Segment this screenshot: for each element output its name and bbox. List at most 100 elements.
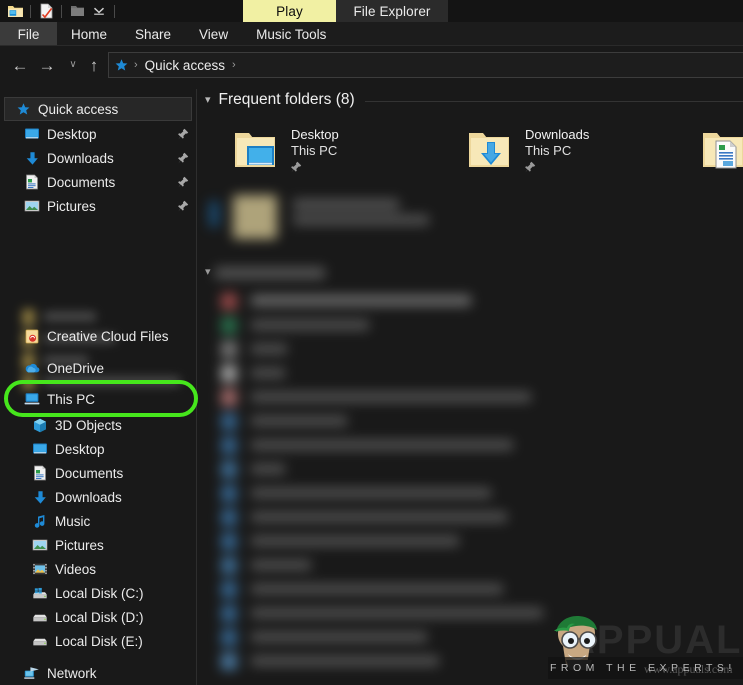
- 3d-objects-icon: [32, 417, 48, 433]
- sidebar-label: This PC: [47, 391, 96, 407]
- sidebar-item-desktop-qa[interactable]: Desktop: [0, 122, 196, 146]
- breadcrumb-quick-access[interactable]: Quick access: [143, 58, 227, 73]
- music-note-icon: [32, 513, 48, 529]
- recent-files-header-blurred[interactable]: [199, 261, 399, 287]
- chevron-down-icon-recent[interactable]: ▾: [205, 267, 211, 278]
- forward-button[interactable]: →: [35, 52, 59, 78]
- pin-icon[interactable]: [178, 152, 189, 164]
- document-icon: [32, 465, 48, 481]
- folder-tile-downloads[interactable]: Downloads This PC: [465, 124, 589, 173]
- tile-text-downloads: Downloads This PC: [525, 124, 589, 173]
- tab-file[interactable]: File: [0, 22, 57, 46]
- sidebar-item-pictures[interactable]: Pictures: [0, 533, 196, 557]
- pin-icon[interactable]: [178, 200, 189, 212]
- sidebar-label: Desktop: [55, 441, 105, 457]
- chevron-down-icon[interactable]: ▾: [205, 94, 211, 106]
- pin-icon[interactable]: [178, 128, 189, 140]
- sidebar-item-music[interactable]: Music: [0, 509, 196, 533]
- sidebar-label: Videos: [55, 561, 97, 577]
- sidebar-item-downloads-qa[interactable]: Downloads: [0, 146, 196, 170]
- folder-tile-desktop[interactable]: Desktop This PC: [231, 124, 339, 173]
- sidebar-item-local-disk-c[interactable]: Local Disk (C:): [0, 581, 196, 605]
- sidebar-label: Local Disk (E:): [55, 633, 143, 649]
- document-icon: [24, 174, 40, 190]
- system-drive-icon: [32, 585, 48, 601]
- tile-subtitle: This PC: [291, 143, 338, 158]
- tab-share[interactable]: Share: [121, 22, 185, 46]
- toolbar-separator: [61, 4, 62, 18]
- sidebar-item-local-disk-e[interactable]: Local Disk (E:): [0, 629, 196, 653]
- sidebar-label: Network: [47, 665, 97, 681]
- drive-icon: [32, 609, 48, 625]
- tile-text-desktop: Desktop This PC: [291, 124, 339, 173]
- pictures-icon: [24, 198, 40, 214]
- toolbar-separator: [30, 4, 31, 18]
- sidebar-label: Desktop: [47, 126, 97, 142]
- desktop-icon: [24, 126, 40, 142]
- sidebar-item-creative-cloud-files[interactable]: Creative Cloud Files: [14, 324, 196, 348]
- pin-icon[interactable]: [525, 161, 589, 173]
- breadcrumb-separator-trailing[interactable]: ›: [229, 59, 239, 71]
- ribbon-tab-bar: File Home Share View Music Tools: [0, 22, 743, 46]
- sidebar-label: Pictures: [55, 537, 104, 553]
- tab-view[interactable]: View: [185, 22, 242, 46]
- pictures-icon: [32, 537, 48, 553]
- sidebar-label: Downloads: [47, 150, 114, 166]
- content-pane: ▾ Frequent folders (8) Desktop This PC D…: [197, 89, 743, 685]
- sidebar-item-quick-access[interactable]: Quick access: [4, 97, 192, 121]
- videos-icon: [32, 561, 48, 577]
- contextual-tab-play[interactable]: Play: [243, 0, 336, 22]
- properties-icon[interactable]: [35, 0, 57, 22]
- tile-name: Desktop: [291, 127, 339, 142]
- sidebar-label: 3D Objects: [55, 417, 122, 433]
- sidebar-label: Documents: [47, 174, 116, 190]
- title-bar: Play File Explorer: [0, 0, 743, 22]
- sidebar-item-3d-objects[interactable]: 3D Objects: [0, 413, 196, 437]
- customize-dropdown-icon[interactable]: [88, 0, 110, 22]
- tile-subtitle: This PC: [525, 143, 572, 158]
- sidebar-item-onedrive[interactable]: OneDrive: [14, 356, 196, 380]
- this-pc-icon: [24, 391, 40, 407]
- sidebar-item-documents-qa[interactable]: Documents: [0, 170, 196, 194]
- breadcrumb-separator: ›: [134, 59, 138, 71]
- desktop-folder-icon: [231, 124, 279, 172]
- tab-home[interactable]: Home: [57, 22, 121, 46]
- quick-access-star-icon: [114, 58, 129, 73]
- onedrive-cloud-icon: [24, 360, 40, 376]
- sidebar-label: Creative Cloud Files: [47, 328, 169, 344]
- sidebar-label: Music: [55, 513, 91, 529]
- blurred-folder-tile: [209, 189, 509, 249]
- file-explorer-window: Play File Explorer File Home Share View …: [0, 0, 743, 685]
- sidebar-item-network[interactable]: Network: [14, 661, 196, 685]
- tab-music-tools[interactable]: Music Tools: [242, 22, 340, 46]
- window-title: File Explorer: [336, 0, 448, 22]
- documents-folder-icon: [699, 124, 743, 172]
- sidebar-item-documents[interactable]: Documents: [0, 461, 196, 485]
- network-icon: [24, 665, 40, 681]
- sidebar-item-downloads[interactable]: Downloads: [0, 485, 196, 509]
- downloads-folder-icon: [465, 124, 513, 172]
- sidebar-label: Downloads: [55, 489, 122, 505]
- frequent-folders-header[interactable]: ▾ Frequent folders (8): [205, 91, 355, 109]
- navigation-pane: Quick access Desktop Downloads Documents…: [0, 89, 196, 685]
- folder-tile-documents[interactable]: Documents This PC: [699, 124, 743, 173]
- up-button[interactable]: ↑: [82, 52, 106, 78]
- toolbar-separator: [114, 4, 115, 18]
- sidebar-label: Pictures: [47, 198, 96, 214]
- address-bar[interactable]: › Quick access ›: [108, 52, 743, 78]
- pin-icon[interactable]: [178, 176, 189, 188]
- quick-access-toolbar: [0, 0, 119, 22]
- sidebar-item-this-pc[interactable]: This PC: [14, 387, 196, 411]
- sidebar-label: Local Disk (C:): [55, 585, 144, 601]
- explorer-icon[interactable]: [4, 0, 26, 22]
- header-rule: [365, 101, 743, 102]
- new-folder-icon[interactable]: [66, 0, 88, 22]
- sidebar-item-videos[interactable]: Videos: [0, 557, 196, 581]
- blurred-recent-files-list: [207, 289, 737, 685]
- back-button[interactable]: ←: [8, 52, 32, 78]
- star-icon: [15, 101, 31, 117]
- sidebar-item-pictures-qa[interactable]: Pictures: [0, 194, 196, 218]
- sidebar-item-local-disk-d[interactable]: Local Disk (D:): [0, 605, 196, 629]
- sidebar-item-desktop[interactable]: Desktop: [0, 437, 196, 461]
- pin-icon[interactable]: [291, 161, 339, 173]
